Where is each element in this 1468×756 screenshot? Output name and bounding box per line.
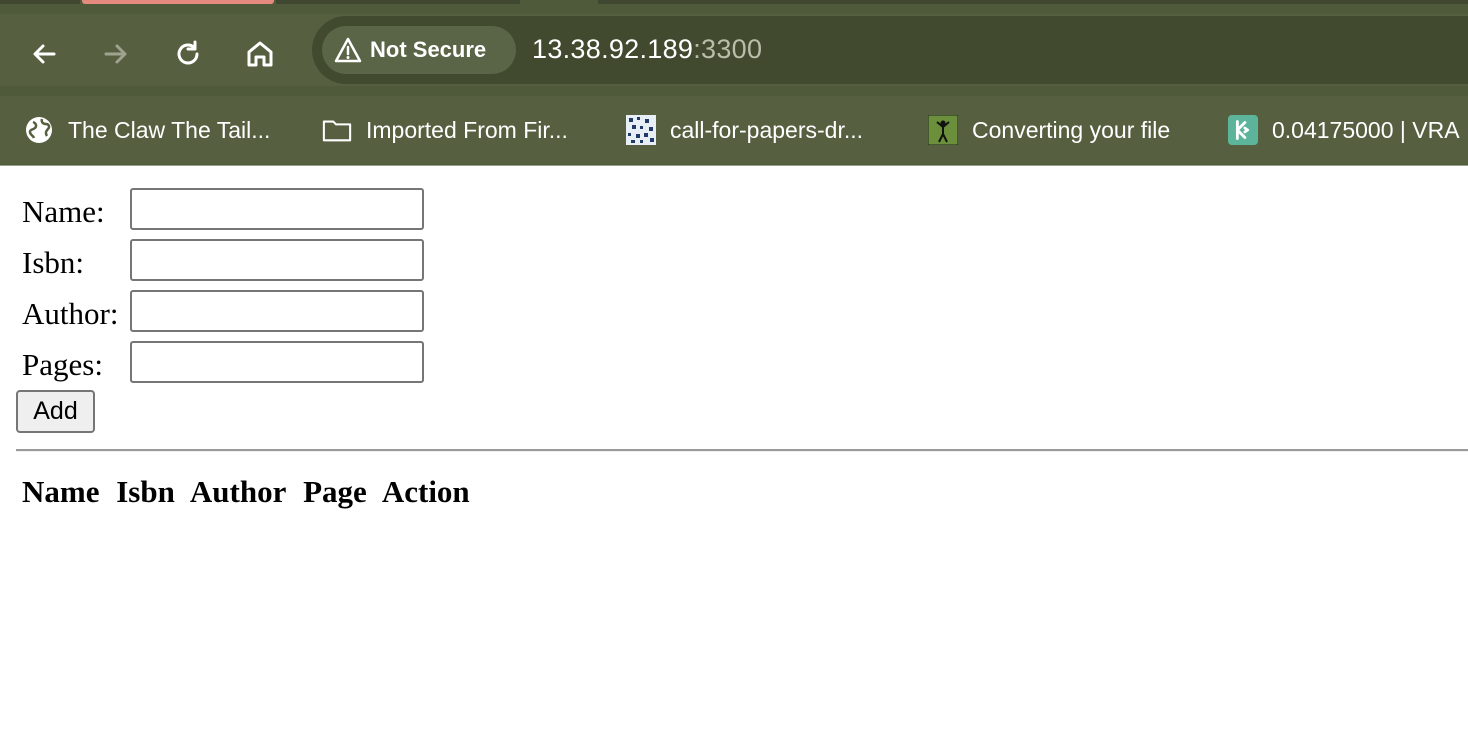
isbn-label: Isbn: [22,245,84,280]
tab-background[interactable] [598,0,1468,4]
kucoin-favicon-icon [1228,115,1258,145]
bookmark-label: call-for-papers-dr... [670,116,864,143]
page-content: Name: Isbn: Author: Pages: Add Name Isbn… [0,166,1468,756]
warning-icon [334,37,362,63]
pattern-favicon-icon [626,115,656,145]
bookmark-label: 0.04175000 | VRA [1272,116,1460,143]
browser-toolbar: Not Secure 13.38.92.189:3300 [0,14,1468,86]
name-input[interactable] [130,188,424,230]
bookmark-folder[interactable]: Imported From Fir... [322,112,568,148]
pages-input[interactable] [130,341,424,383]
address-bar[interactable]: Not Secure 13.38.92.189:3300 [312,16,1468,84]
bookmark-item[interactable]: The Claw The Tail... [24,112,270,148]
security-label: Not Secure [370,37,487,62]
bookmark-label: The Claw The Tail... [68,116,271,143]
pages-label: Pages: [22,347,103,382]
forward-arrow-icon [104,44,127,64]
reload-icon [177,40,199,65]
home-button[interactable] [240,34,280,74]
url-host: 13.38.92.189 [532,34,694,64]
url-text[interactable]: 13.38.92.189:3300 [532,34,762,65]
back-button[interactable] [24,34,64,74]
bookmarks-bar: The Claw The Tail... Imported From Fir..… [0,96,1468,164]
column-header-page: Page [303,474,367,509]
tab-strip [0,0,1468,12]
column-header-author: Author [189,474,287,509]
home-icon [247,41,273,67]
tab-background[interactable] [0,0,80,4]
forward-button[interactable] [96,34,136,74]
back-arrow-icon [33,44,56,64]
tab-background[interactable] [276,0,520,4]
globe-icon [24,115,54,145]
figure-favicon-icon [928,115,958,145]
bookmark-item[interactable]: 0.04175000 | VRA [1228,112,1460,148]
name-label: Name: [22,194,105,229]
column-header-isbn: Isbn [116,474,175,509]
bookmark-label: Imported From Fir... [366,116,568,143]
security-indicator[interactable]: Not Secure [322,26,516,74]
bookmark-item[interactable]: Converting your file [928,112,1170,148]
url-port: :3300 [693,34,763,64]
column-header-name: Name [22,474,100,509]
folder-icon [322,115,352,145]
reload-button[interactable] [168,34,208,74]
isbn-input[interactable] [130,239,424,281]
add-button[interactable]: Add [16,390,95,433]
column-header-action: Action [381,474,470,509]
author-label: Author: [22,296,119,331]
browser-chrome: Not Secure 13.38.92.189:3300 The Claw Th… [0,0,1468,166]
author-input[interactable] [130,290,424,332]
table-header-row: Name Isbn Author Page Action [22,474,479,510]
active-tab-indicator[interactable] [82,0,274,4]
bookmark-item[interactable]: call-for-papers-dr... [626,112,863,148]
bookmark-label: Converting your file [972,116,1171,143]
divider [16,449,1468,452]
